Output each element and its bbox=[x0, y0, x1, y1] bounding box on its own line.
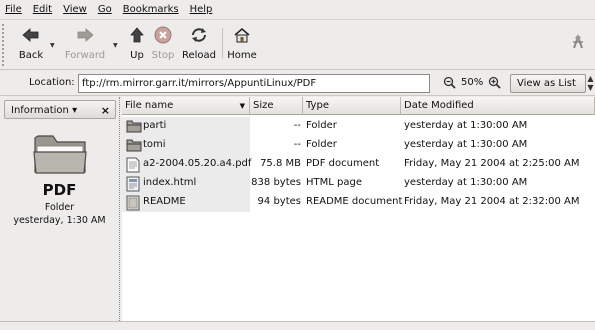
column-header-type[interactable]: Type bbox=[303, 97, 401, 115]
status-bar bbox=[0, 321, 595, 330]
up-button[interactable]: Up bbox=[126, 24, 148, 66]
file-type: PDF document bbox=[306, 158, 380, 169]
table-row[interactable]: tomi -- Folder yesterday at 1:30:00 AM bbox=[122, 136, 595, 155]
zoom-in-icon[interactable] bbox=[488, 76, 501, 92]
column-header-name[interactable]: File name ▼ bbox=[122, 97, 250, 115]
view-as-spin-icon[interactable]: ▲ ▼ bbox=[586, 74, 595, 93]
toolbar-grip[interactable] bbox=[2, 24, 6, 66]
file-size: 838 bytes bbox=[251, 177, 301, 188]
table-row[interactable]: index.html 838 bytes HTML page yesterday… bbox=[122, 174, 595, 193]
column-header-date[interactable]: Date Modified bbox=[401, 97, 595, 115]
side-panel: Information ▾ × PDF Folder yesterday, 1:… bbox=[0, 97, 119, 321]
file-date: Friday, May 21 2004 at 2:32:00 AM bbox=[404, 196, 580, 207]
file-type: Folder bbox=[306, 139, 337, 150]
location-input[interactable]: ftp://rm.mirror.garr.it/mirrors/AppuntiL… bbox=[78, 74, 430, 93]
table-row[interactable]: parti -- Folder yesterday at 1:30:00 AM bbox=[122, 117, 595, 136]
toolbar: Back ▼ Forward ▼ Up Stop Reload Home bbox=[0, 20, 595, 70]
menu-help[interactable]: Help bbox=[190, 4, 213, 15]
file-type: README document bbox=[306, 196, 403, 207]
file-name: index.html bbox=[143, 177, 197, 188]
file-date: yesterday at 1:30:00 AM bbox=[404, 139, 528, 150]
file-type: HTML page bbox=[306, 177, 362, 188]
zoom-out-icon[interactable] bbox=[443, 76, 456, 92]
back-arrow-icon bbox=[22, 24, 40, 46]
side-panel-selector[interactable]: Information ▾ × bbox=[4, 100, 116, 119]
folder-icon bbox=[126, 119, 142, 136]
file-size: 94 bytes bbox=[257, 196, 301, 207]
side-panel-name: PDF bbox=[42, 181, 77, 199]
file-list: File name ▼ Size Type Date Modified part… bbox=[122, 97, 595, 321]
toolbar-separator bbox=[222, 28, 223, 58]
stop-icon bbox=[154, 24, 172, 46]
file-date: Friday, May 21 2004 at 2:25:00 AM bbox=[404, 158, 580, 169]
table-row[interactable]: a2-2004.05.20.a4.pdf 75.8 MB PDF documen… bbox=[122, 155, 595, 174]
file-name: tomi bbox=[143, 139, 166, 150]
menu-bookmarks[interactable]: Bookmarks bbox=[123, 4, 179, 15]
reload-icon bbox=[189, 24, 209, 46]
file-name: README bbox=[143, 196, 186, 207]
back-button[interactable]: Back bbox=[14, 24, 48, 66]
file-date: yesterday at 1:30:00 AM bbox=[404, 120, 528, 131]
home-button[interactable]: Home bbox=[226, 24, 258, 66]
close-side-panel-icon[interactable]: × bbox=[101, 104, 110, 117]
menu-file[interactable]: File bbox=[5, 4, 22, 15]
side-panel-type: Folder bbox=[44, 202, 75, 213]
readme-document-icon bbox=[126, 195, 140, 214]
view-as-select[interactable]: View as List bbox=[510, 74, 586, 93]
folder-icon bbox=[126, 138, 142, 155]
location-bar: Location: ftp://rm.mirror.garr.it/mirror… bbox=[0, 71, 595, 96]
file-date: yesterday at 1:30:00 AM bbox=[404, 177, 528, 188]
menu-view[interactable]: View bbox=[63, 4, 87, 15]
file-size: -- bbox=[293, 139, 301, 150]
column-header-size[interactable]: Size bbox=[250, 97, 303, 115]
up-arrow-icon bbox=[130, 24, 144, 46]
file-size: 75.8 MB bbox=[260, 158, 301, 169]
home-icon bbox=[233, 24, 251, 46]
menu-edit[interactable]: Edit bbox=[33, 4, 52, 15]
reload-button[interactable]: Reload bbox=[180, 24, 218, 66]
back-history-dropdown[interactable]: ▼ bbox=[50, 42, 55, 49]
zoom-level[interactable]: 50% bbox=[461, 77, 483, 88]
stop-button[interactable]: Stop bbox=[149, 24, 177, 66]
folder-large-icon bbox=[32, 130, 88, 179]
location-label: Location: bbox=[29, 77, 75, 88]
forward-arrow-icon bbox=[76, 24, 94, 46]
forward-button[interactable]: Forward bbox=[62, 24, 108, 66]
throbber-icon bbox=[571, 34, 585, 53]
file-size: -- bbox=[293, 120, 301, 131]
side-panel-date: yesterday, 1:30 AM bbox=[13, 215, 106, 226]
menu-go[interactable]: Go bbox=[98, 4, 112, 15]
table-row[interactable]: README 94 bytes README document Friday, … bbox=[122, 193, 595, 212]
forward-history-dropdown[interactable]: ▼ bbox=[113, 42, 118, 49]
sort-descending-icon: ▼ bbox=[239, 102, 245, 110]
menu-bar: File Edit View Go Bookmarks Help bbox=[0, 0, 595, 20]
file-name: parti bbox=[143, 120, 167, 131]
file-name: a2-2004.05.20.a4.pdf bbox=[143, 158, 252, 169]
side-panel-title: Information bbox=[11, 105, 69, 116]
file-type: Folder bbox=[306, 120, 337, 131]
